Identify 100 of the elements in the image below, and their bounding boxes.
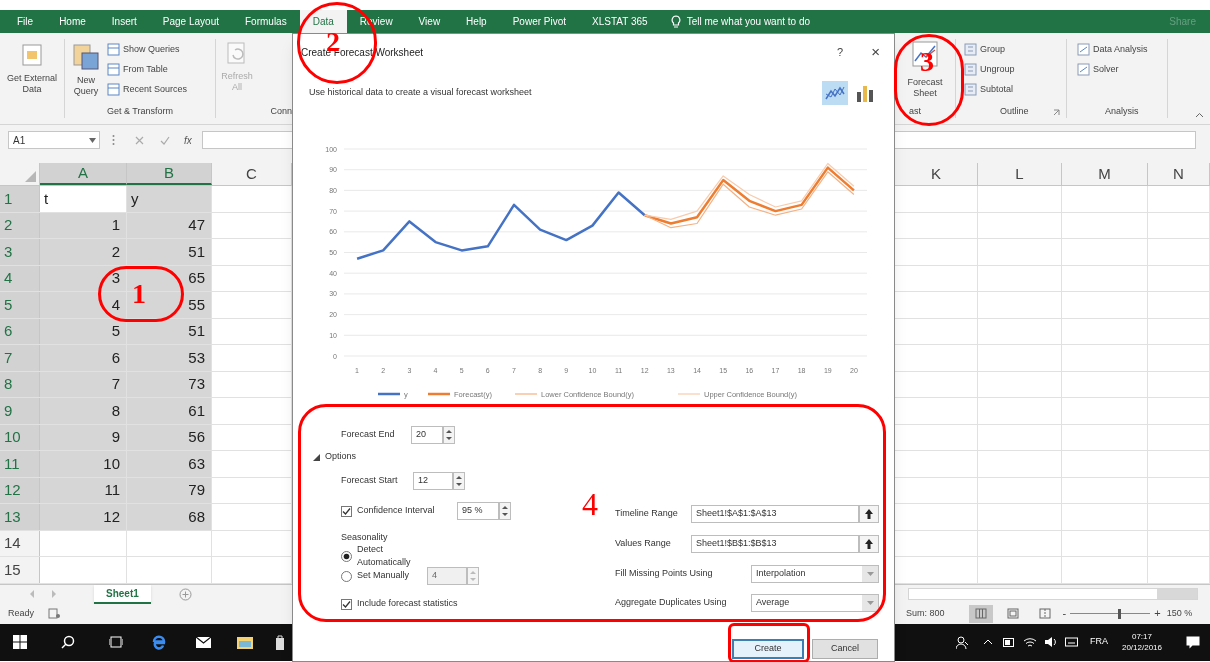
radio-label[interactable]: Set Manually bbox=[357, 569, 427, 583]
column-header[interactable]: M bbox=[1062, 163, 1148, 185]
macro-record-icon[interactable] bbox=[48, 608, 60, 619]
checkbox[interactable] bbox=[341, 505, 352, 517]
dropdown-caret-icon[interactable] bbox=[89, 137, 96, 143]
add-sheet-icon[interactable] bbox=[178, 587, 192, 601]
normal-view-button[interactable] bbox=[968, 604, 993, 623]
people-icon[interactable] bbox=[955, 635, 969, 649]
ribbon-button[interactable]: Recent Sources bbox=[123, 82, 188, 97]
ribbon-tab[interactable]: Insert bbox=[98, 10, 150, 33]
ribbon-button[interactable]: Subtotal bbox=[980, 82, 1014, 97]
dialog-launcher-icon[interactable] bbox=[1053, 108, 1060, 116]
ribbon-tab[interactable]: Home bbox=[46, 10, 99, 33]
row-header[interactable]: 8 bbox=[0, 371, 40, 397]
zoom-slider-thumb[interactable] bbox=[1118, 608, 1122, 619]
checkbox-label[interactable]: Include forecast statistics bbox=[357, 597, 458, 611]
column-header[interactable]: N bbox=[1148, 163, 1210, 185]
name-box[interactable]: A1 bbox=[13, 132, 26, 148]
spin-buttons-icon[interactable] bbox=[443, 426, 455, 444]
row-header[interactable]: 4 bbox=[0, 265, 40, 291]
collapse-ribbon-icon[interactable] bbox=[1195, 112, 1204, 118]
zoom-slider[interactable] bbox=[1070, 608, 1151, 619]
ribbon-button[interactable]: Show Queries bbox=[123, 42, 180, 57]
row-header[interactable]: 5 bbox=[0, 292, 40, 318]
volume-icon[interactable] bbox=[1044, 637, 1057, 647]
ribbon-button[interactable]: From Table bbox=[123, 62, 168, 77]
close-button[interactable]: × bbox=[871, 40, 880, 64]
browser-e-icon[interactable] bbox=[151, 634, 167, 650]
clock-date[interactable]: 20/12/2016 bbox=[1121, 642, 1162, 653]
column-header[interactable]: A bbox=[40, 163, 127, 185]
ribbon-button[interactable]: Ungroup bbox=[980, 62, 1015, 77]
task-view-icon[interactable] bbox=[109, 636, 123, 648]
keyboard-icon[interactable] bbox=[1064, 637, 1078, 647]
ribbon-tab[interactable]: File bbox=[4, 10, 47, 33]
ribbon-tab[interactable]: XLSTAT 365 bbox=[579, 10, 661, 33]
radio-button[interactable] bbox=[341, 550, 352, 562]
row-header[interactable]: 7 bbox=[0, 345, 40, 371]
radio-label[interactable]: Detect Automatically bbox=[357, 542, 427, 570]
options-toggle[interactable]: Options bbox=[313, 450, 357, 464]
row-header[interactable]: 12 bbox=[0, 477, 40, 503]
mail-icon[interactable] bbox=[195, 635, 212, 649]
column-header[interactable]: B bbox=[127, 163, 212, 185]
forecast-start-field[interactable]: 12 bbox=[413, 472, 453, 490]
tell-me-search[interactable]: Tell me what you want to do bbox=[686, 14, 811, 29]
season-length-field[interactable]: 4 bbox=[427, 567, 467, 585]
battery-icon[interactable] bbox=[1002, 637, 1015, 647]
row-header[interactable]: 1 bbox=[0, 186, 40, 212]
range-picker-button[interactable] bbox=[859, 535, 879, 553]
dialog-button[interactable]: Cancel bbox=[812, 639, 878, 659]
spin-buttons-icon[interactable] bbox=[499, 502, 511, 520]
checkbox[interactable] bbox=[341, 598, 352, 610]
sheet-tab[interactable]: Sheet1 bbox=[94, 584, 151, 604]
help-button[interactable]: ? bbox=[837, 43, 844, 61]
row-header[interactable]: 14 bbox=[0, 530, 40, 556]
ribbon-tab[interactable]: Power Pivot bbox=[499, 10, 580, 33]
notification-icon[interactable] bbox=[1186, 635, 1200, 649]
row-header[interactable]: 3 bbox=[0, 239, 40, 265]
ribbon-tab[interactable]: Data bbox=[299, 10, 347, 33]
confidence-field[interactable]: 95 % bbox=[457, 502, 499, 520]
radio-button[interactable] bbox=[341, 570, 352, 582]
search-icon[interactable] bbox=[61, 635, 75, 649]
shopping-bag-icon[interactable] bbox=[276, 634, 284, 650]
dropdown-field[interactable]: Average bbox=[751, 594, 879, 612]
zoom-out-button[interactable]: - bbox=[1062, 605, 1067, 622]
row-header[interactable]: 9 bbox=[0, 398, 40, 424]
dropdown-field[interactable]: Interpolation bbox=[751, 565, 879, 583]
chart-type-button[interactable] bbox=[822, 81, 848, 105]
ribbon-button[interactable]: Solver bbox=[1093, 62, 1119, 77]
row-header[interactable]: 2 bbox=[0, 212, 40, 238]
windows-start-icon[interactable] bbox=[13, 635, 27, 649]
row-header[interactable]: 15 bbox=[0, 557, 40, 583]
folder-icon[interactable] bbox=[236, 634, 254, 650]
ribbon-tab[interactable]: Page Layout bbox=[149, 10, 232, 33]
range-field[interactable]: Sheet1!$B$1:$B$13 bbox=[691, 535, 859, 553]
wifi-icon[interactable] bbox=[1022, 637, 1037, 647]
row-header[interactable]: 13 bbox=[0, 504, 40, 530]
row-header[interactable]: 11 bbox=[0, 451, 40, 477]
column-header[interactable]: L bbox=[978, 163, 1062, 185]
checkmark-icon[interactable] bbox=[160, 135, 170, 145]
get-external-data-button[interactable]: Get External Data bbox=[3, 73, 61, 95]
row-header[interactable]: 10 bbox=[0, 424, 40, 450]
range-field[interactable]: Sheet1!$A$1:$A$13 bbox=[691, 505, 859, 523]
new-query-button[interactable]: New Query bbox=[67, 75, 105, 97]
clock-time[interactable]: 07:17 bbox=[1131, 631, 1152, 642]
row-header[interactable]: 6 bbox=[0, 318, 40, 344]
insert-function-button[interactable]: fx bbox=[184, 132, 192, 148]
ribbon-tab[interactable]: View bbox=[405, 10, 454, 33]
range-picker-button[interactable] bbox=[859, 505, 879, 523]
forecast-sheet-button[interactable]: Forecast Sheet bbox=[903, 77, 947, 99]
checkbox-label[interactable]: Confidence Interval bbox=[357, 504, 457, 518]
ribbon-button[interactable]: Group bbox=[980, 42, 1005, 57]
scrollbar-thumb[interactable] bbox=[1157, 589, 1197, 599]
ribbon-button[interactable]: Data Analysis bbox=[1093, 42, 1148, 57]
ribbon-tab[interactable]: Help bbox=[453, 10, 500, 33]
spin-buttons-icon[interactable] bbox=[453, 472, 465, 490]
zoom-in-button[interactable]: + bbox=[1154, 605, 1161, 622]
language-indicator[interactable]: FRA bbox=[1089, 635, 1108, 649]
dialog-button[interactable]: Create bbox=[732, 639, 804, 659]
ribbon-tab[interactable]: Formulas bbox=[232, 10, 300, 33]
forecast-end-field[interactable]: 20 bbox=[411, 426, 443, 444]
